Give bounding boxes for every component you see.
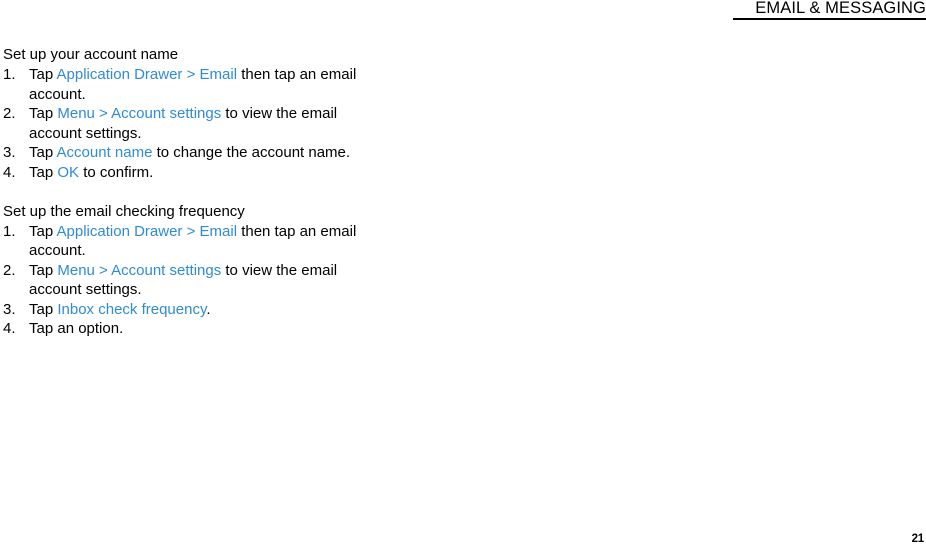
step-item: 3. Tap Account name to change the account… [3, 143, 473, 163]
step-number: 4. [3, 163, 16, 181]
step-text-suffix: to change the account name. [152, 144, 351, 161]
step-number: 1. [3, 66, 16, 83]
ui-path-link[interactable]: Menu > Account settings [57, 105, 221, 122]
ui-path-link[interactable]: Inbox check frequency [57, 301, 206, 318]
step-text-prefix: Tap [29, 105, 58, 122]
ui-path-link[interactable]: Menu > Account settings [57, 262, 221, 279]
step-text-suffix: to view the email [221, 105, 338, 122]
step-text-continuation: account settings. [29, 124, 142, 142]
step-text-suffix: then tap an email [237, 222, 357, 240]
step-number: 4. [3, 320, 16, 337]
step-item: 4. Tap an option. [3, 319, 473, 339]
step-list: 1. Tap Application Drawer > Email then ta… [3, 65, 473, 182]
step-text: Tap Account name to change the account n… [29, 143, 473, 163]
step-number: 2. [3, 105, 16, 122]
step-number: 2. [3, 261, 16, 279]
step-text-suffix: then tap an email [237, 66, 357, 83]
step-text-prefix: Tap [29, 66, 57, 83]
step-text: Tap Application Drawer > Email then tap … [29, 65, 473, 85]
step-item: 2. Tap Menu > Account settings to view th… [3, 261, 473, 300]
ui-path-link[interactable]: Application Drawer > Email [57, 223, 238, 240]
step-item: 1. Tap Application Drawer > Email then ta… [3, 222, 473, 261]
running-header-title: EMAIL & MESSAGING [755, 0, 926, 17]
ui-path-link[interactable]: Application Drawer > Email [57, 66, 238, 83]
page-content: Set up your account name 1. Tap Applicatio… [3, 45, 473, 339]
running-header-rule [733, 18, 926, 20]
step-text-prefix: Tap an option. [29, 320, 124, 337]
step-text-prefix: Tap [29, 261, 58, 279]
step-number: 1. [3, 222, 16, 240]
step-text: Tap Menu > Account settings to view the … [29, 261, 473, 281]
step-text-continuation: account settings. [29, 281, 142, 298]
step-text-prefix: Tap [29, 300, 58, 318]
step-item: 2. Tap Menu > Account settings to view th… [3, 104, 473, 143]
step-text-prefix: Tap [29, 222, 57, 240]
step-text: Tap Inbox check frequency. [29, 300, 473, 320]
instruction-section: Set up your account name 1. Tap Applicatio… [3, 45, 473, 182]
step-text-suffix: to view the email [221, 261, 338, 279]
step-text: Tap Application Drawer > Email then tap … [29, 222, 473, 242]
step-text-prefix: Tap [29, 144, 57, 161]
page-number: 21 [911, 533, 925, 545]
running-header: EMAIL & MESSAGING [733, 0, 926, 20]
step-item: 4. Tap OK to confirm. [3, 163, 473, 183]
step-number: 3. [3, 144, 16, 161]
step-text-continuation: account. [29, 242, 86, 259]
step-text: Tap OK to confirm. [29, 163, 473, 183]
section-heading: Set up your account name [3, 46, 179, 63]
step-item: 3. Tap Inbox check frequency. [3, 300, 473, 320]
ui-path-link[interactable]: Account name [57, 144, 153, 161]
step-text-prefix: Tap [29, 163, 58, 181]
step-text-suffix: . [206, 300, 211, 318]
section-heading: Set up the email checking frequency [3, 202, 245, 220]
step-item: 1. Tap Application Drawer > Email then ta… [3, 65, 473, 104]
ui-path-link[interactable]: OK [57, 164, 79, 181]
step-text: Tap Menu > Account settings to view the … [29, 104, 473, 124]
step-list: 1. Tap Application Drawer > Email then ta… [3, 222, 473, 339]
step-text-suffix: to confirm. [79, 163, 154, 181]
step-number: 3. [3, 300, 16, 318]
instruction-section: Set up the email checking frequency 1. Tap… [3, 202, 473, 339]
step-text: Tap an option. [29, 319, 473, 339]
step-text-continuation: account. [29, 85, 86, 103]
